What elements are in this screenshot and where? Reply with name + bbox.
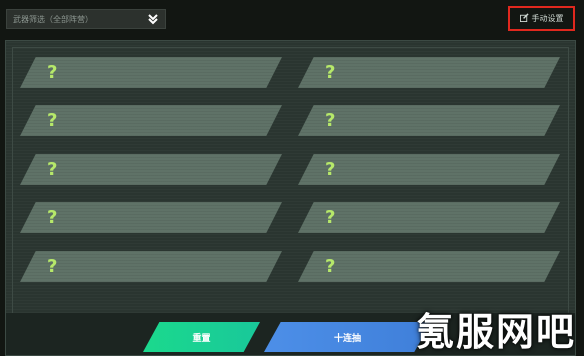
unknown-item-icon: ? <box>47 62 58 83</box>
ten-draw-button[interactable]: 十连抽 <box>264 322 431 352</box>
edit-icon <box>519 13 529 24</box>
unknown-item-icon: ? <box>47 207 58 228</box>
manual-setting-label: 手动设置 <box>531 14 564 23</box>
result-slot: ? <box>20 154 282 185</box>
unknown-item-icon: ? <box>47 159 58 180</box>
unknown-item-icon: ? <box>325 110 336 131</box>
unknown-item-icon: ? <box>325 207 336 228</box>
unknown-item-icon: ? <box>325 256 336 277</box>
unknown-item-icon: ? <box>325 159 336 180</box>
manual-setting-button[interactable]: 手动设置 <box>508 6 575 31</box>
reset-button-label: 重置 <box>192 332 211 343</box>
unknown-item-icon: ? <box>47 110 58 131</box>
chevron-down-icon <box>147 13 159 25</box>
result-slot: ? <box>20 57 282 88</box>
result-slot: ? <box>298 154 560 185</box>
result-slot: ? <box>20 105 282 136</box>
unknown-item-icon: ? <box>325 62 336 83</box>
result-slot: ? <box>20 251 282 282</box>
unknown-item-icon: ? <box>47 256 58 277</box>
result-slot: ? <box>298 105 560 136</box>
result-slot: ? <box>298 202 560 233</box>
result-slot: ? <box>20 202 282 233</box>
result-slot: ? <box>298 57 560 88</box>
result-slot: ? <box>298 251 560 282</box>
weapon-filter-dropdown[interactable]: 武器筛选（全部阵营） <box>6 9 166 29</box>
filter-selected-value: 武器筛选（全部阵营） <box>13 14 93 24</box>
site-watermark: 氪服网吧 <box>415 309 576 354</box>
ten-draw-button-label: 十连抽 <box>333 332 361 343</box>
top-bar: 武器筛选（全部阵营） 手动设置 <box>0 0 584 38</box>
reset-button[interactable]: 重置 <box>143 322 260 352</box>
